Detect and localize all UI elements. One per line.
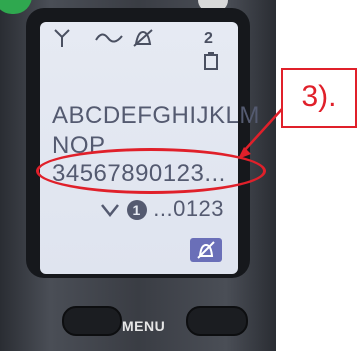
- callout-arrow: [238, 97, 293, 159]
- callout-label: 3).: [301, 80, 337, 113]
- callout-box: 3).: [281, 68, 357, 128]
